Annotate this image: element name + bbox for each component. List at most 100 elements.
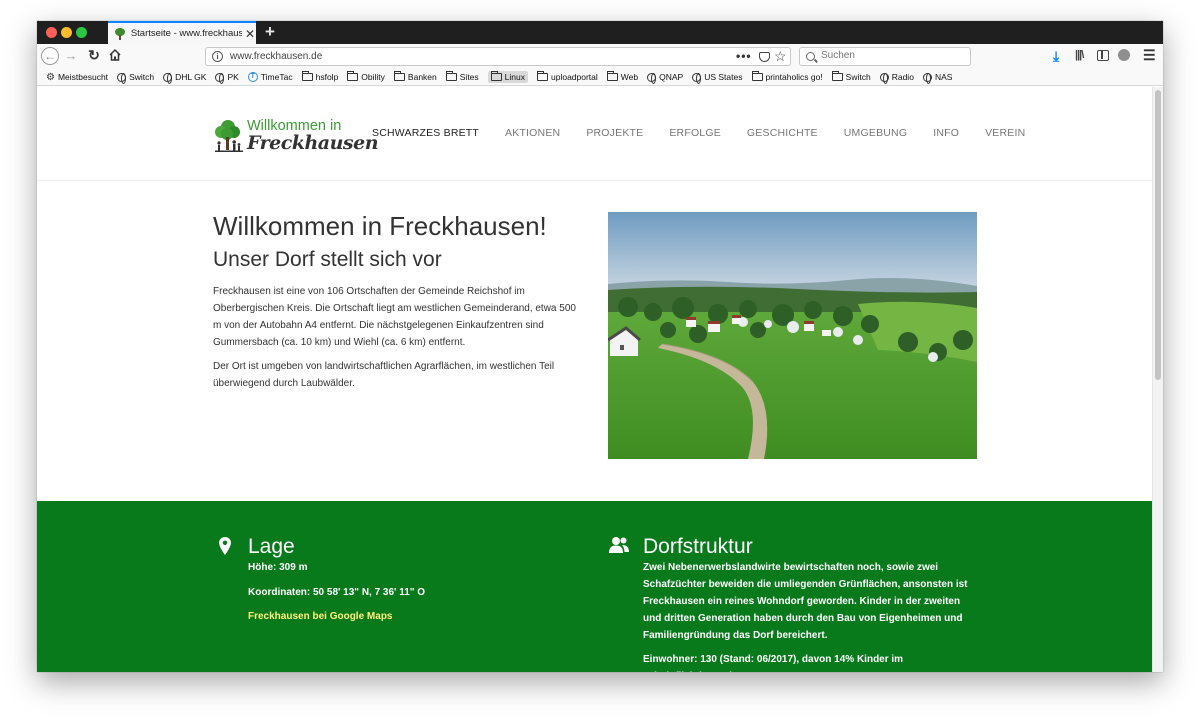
tab-strip: Startseite - www.freckhausen.de ✕ +: [37, 21, 1163, 44]
bookmark-item[interactable]: Sites: [445, 71, 479, 82]
library-icon[interactable]: |||\: [1075, 49, 1084, 61]
back-button[interactable]: ←: [41, 47, 59, 65]
scrollbar-thumb[interactable]: [1155, 90, 1161, 380]
tab-close-icon[interactable]: ✕: [244, 27, 256, 41]
bookmark-item[interactable]: DHL GK: [163, 72, 207, 84]
bookmark-item[interactable]: Web: [606, 71, 638, 82]
bookmark-label: Switch: [129, 72, 155, 82]
info-section: Lage Höhe: 309 m Koordinaten: 50 58' 13"…: [37, 501, 1152, 672]
bookmark-item[interactable]: Switch: [831, 71, 871, 82]
pocket-icon[interactable]: [759, 52, 770, 62]
google-maps-link[interactable]: Freckhausen bei Google Maps: [248, 611, 392, 622]
bookmark-label: uploadportal: [551, 72, 598, 82]
bookmark-label: Meistbesucht: [57, 72, 109, 82]
search-input[interactable]: [821, 50, 961, 61]
main-navigation: SCHWARZES BRETT AKTIONEN PROJEKTE ERFOLGE GE…: [372, 127, 1051, 139]
bookmark-item[interactable]: ⚙ Meistbesucht: [46, 72, 108, 83]
site-logo[interactable]: Willkommen in Freckhausen: [213, 117, 379, 157]
folder-icon: [445, 71, 457, 81]
tab-startseite[interactable]: Startseite - www.freckhausen.de ✕: [108, 21, 256, 44]
bookmark-item[interactable]: Linux: [487, 71, 528, 83]
population-paragraph: Einwohner: 130 (Stand: 06/2017), davon 1…: [643, 654, 904, 672]
tree-logo-icon: [215, 120, 243, 152]
globe-icon: [692, 72, 702, 84]
folder-icon: [393, 71, 405, 81]
nav-item-aktionen[interactable]: AKTIONEN: [505, 127, 560, 139]
bookmark-item[interactable]: hsfolp: [301, 71, 339, 82]
page-scrollbar[interactable]: [1152, 87, 1163, 672]
minimize-window-button[interactable]: [61, 27, 72, 38]
dorfstruktur-paragraph: Zwei Nebenerwerbslandwirte bewirtschafte…: [643, 562, 968, 641]
bookmark-label: DHL GK: [175, 72, 207, 82]
bookmark-item[interactable]: QNAP: [647, 72, 684, 84]
bookmark-label: hsfolp: [315, 72, 339, 82]
download-icon[interactable]: ⤓: [1053, 48, 1059, 65]
navigation-toolbar: ← → ↻ i www.freckhausen.de ••• ☆ ⤓ |||\ …: [37, 44, 1163, 69]
page-subtitle: Unser Dorf stellt sich vor: [213, 248, 442, 271]
bookmark-item[interactable]: T TimeTac: [247, 72, 293, 82]
bookmark-label: NAS: [934, 72, 953, 82]
nav-item-verein[interactable]: VEREIN: [985, 127, 1025, 139]
bookmark-label: PK: [227, 72, 239, 82]
reload-button[interactable]: ↻: [87, 47, 101, 64]
globe-icon: [647, 72, 657, 84]
bookmark-label: Linux: [504, 72, 525, 82]
address-bar[interactable]: i www.freckhausen.de ••• ☆: [205, 47, 791, 66]
bookmark-item[interactable]: Switch: [117, 72, 155, 84]
bookmark-item[interactable]: uploadportal: [537, 71, 598, 82]
nav-item-erfolge[interactable]: ERFOLGE: [669, 127, 721, 139]
close-window-button[interactable]: [46, 27, 57, 38]
bookmark-label: Banken: [407, 72, 437, 82]
new-tab-button[interactable]: +: [263, 22, 277, 42]
bookmark-item[interactable]: NAS: [922, 72, 953, 84]
nav-item-geschichte[interactable]: GESCHICHTE: [747, 127, 818, 139]
bookmark-item[interactable]: printaholics go!: [751, 71, 823, 82]
location-pin-icon: [219, 537, 231, 555]
lage-heading: Lage: [248, 535, 295, 558]
tab-title: Startseite - www.freckhausen.de: [130, 28, 243, 39]
folder-icon: [537, 71, 548, 81]
hamburger-menu-icon[interactable]: ☰: [1143, 47, 1156, 64]
bookmark-item[interactable]: Banken: [393, 71, 437, 82]
folder-icon: [606, 71, 618, 81]
web-page: Willkommen in Freckhausen SCHWARZES BRET…: [37, 87, 1152, 672]
bookmark-item[interactable]: US States: [692, 72, 743, 84]
bookmark-item[interactable]: Radio: [879, 72, 914, 84]
url-text[interactable]: www.freckhausen.de: [230, 51, 322, 62]
bookmark-star-icon[interactable]: ☆: [774, 48, 787, 65]
bookmark-label: Sites: [459, 72, 479, 82]
bookmark-label: Radio: [891, 72, 914, 82]
nav-item-schwarzes-brett[interactable]: SCHWARZES BRETT: [372, 127, 479, 139]
globe-icon: [117, 72, 127, 84]
page-actions-icon[interactable]: •••: [736, 49, 752, 63]
forward-button[interactable]: →: [64, 48, 78, 63]
bookmark-label: Switch: [845, 72, 871, 82]
search-icon: [806, 52, 815, 61]
globe-icon: [215, 72, 225, 84]
globe-icon: [922, 72, 932, 84]
intro-paragraph: Freckhausen ist eine von 106 Ortschaften…: [213, 286, 576, 348]
bookmark-item[interactable]: Obility: [347, 71, 385, 82]
bookmark-item[interactable]: PK: [215, 72, 239, 84]
folder-icon: [831, 71, 843, 81]
bookmark-label: Obility: [361, 72, 385, 82]
nav-item-projekte[interactable]: PROJEKTE: [586, 127, 643, 139]
nav-item-umgebung[interactable]: UMGEBUNG: [844, 127, 907, 139]
tree-favicon-icon: [114, 27, 126, 40]
bookmark-label: QNAP: [659, 72, 684, 82]
zoom-window-button[interactable]: [76, 27, 87, 38]
folder-icon: [751, 71, 763, 81]
home-icon[interactable]: [108, 48, 122, 62]
globe-icon: [163, 72, 173, 84]
village-aerial-photo: [608, 212, 977, 459]
account-icon[interactable]: [1118, 49, 1130, 61]
timetac-icon: T: [247, 72, 258, 82]
bookmarks-toolbar: ⚙ Meistbesucht Switch DHL GK PK T TimeTac hsfol…: [37, 69, 1163, 86]
nav-item-info[interactable]: INFO: [933, 127, 959, 139]
site-info-icon[interactable]: i: [212, 51, 223, 62]
altitude-text: Höhe: 309 m: [248, 562, 308, 573]
search-bar[interactable]: [799, 47, 971, 66]
bookmark-label: printaholics go!: [765, 72, 823, 82]
sidebar-icon[interactable]: [1097, 50, 1109, 61]
bookmark-label: US States: [704, 72, 743, 82]
